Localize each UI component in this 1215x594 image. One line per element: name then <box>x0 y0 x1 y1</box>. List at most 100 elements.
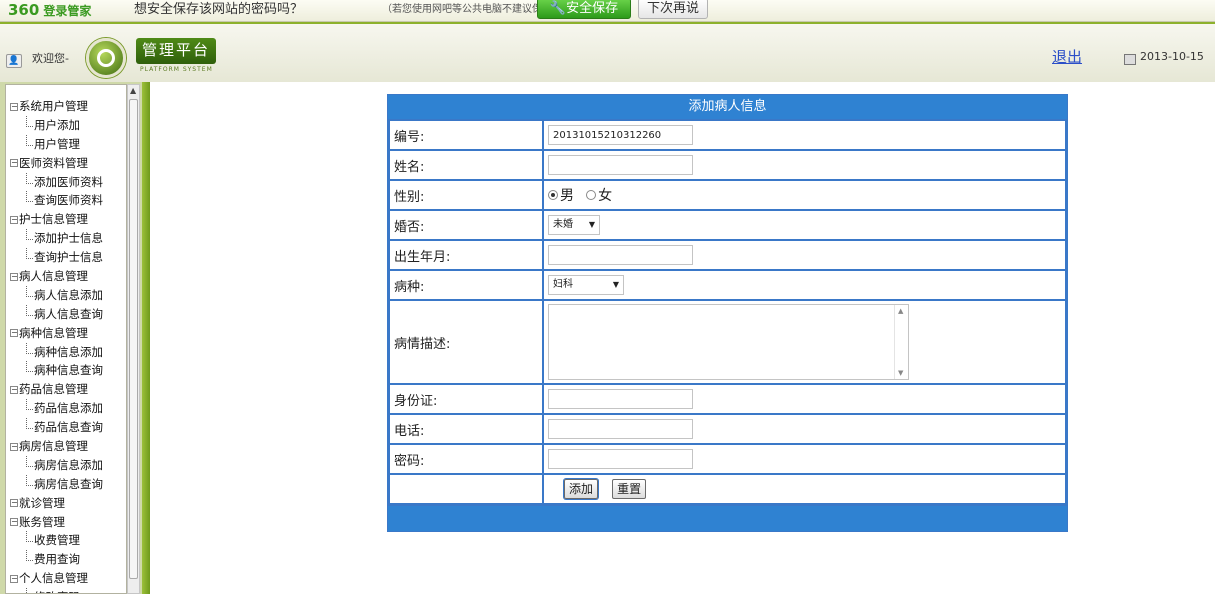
tree-toggle-icon[interactable]: − <box>10 499 18 508</box>
description-label: 病情描述: <box>388 299 544 385</box>
scroll-up-icon[interactable]: ▲ <box>898 307 903 315</box>
description-scrollbar[interactable]: ▲ ▼ <box>894 305 908 379</box>
id-label: 编号: <box>388 119 544 151</box>
sidebar-scrollbar[interactable]: ▲ <box>127 84 140 594</box>
sidebar-item-label: 账务管理 <box>19 514 65 529</box>
current-date: 2013-10-15 <box>1140 50 1204 63</box>
sidebar-item-label: 护士信息管理 <box>19 212 88 227</box>
sidebar-item[interactable]: 病种信息查询 <box>6 361 126 380</box>
sidebar-item[interactable]: 收费管理 <box>6 531 126 550</box>
gender-female-radio[interactable] <box>586 190 597 200</box>
id-field[interactable] <box>548 125 693 145</box>
sidebar-item-label: 费用查询 <box>34 552 80 567</box>
gender-male-radio[interactable] <box>548 190 558 200</box>
sidebar-item-label: 药品信息查询 <box>34 420 103 435</box>
sidebar-item-label: 查询医师资料 <box>34 193 103 208</box>
sidebar-group[interactable]: −医师资料管理 <box>6 154 126 173</box>
tree-toggle-icon[interactable]: − <box>10 574 18 583</box>
actions-spacer <box>388 473 544 505</box>
app-header: 👤 欢迎您- 管理平台 PLATFORM SYSTEM 退出 2013-10-1… <box>0 22 1215 82</box>
sidebar-item[interactable]: 病种信息添加 <box>6 342 126 362</box>
tree-toggle-icon[interactable]: − <box>10 215 18 224</box>
platform-title: 管理平台 <box>136 38 216 64</box>
tree-toggle-icon[interactable]: − <box>10 385 18 394</box>
sidebar-item-label: 药品信息管理 <box>19 382 88 397</box>
sidebar: −系统用户管理 用户添加 用户管理 −医师资料管理 添加医师资料 查询医师资料 −护士信息管… <box>0 82 150 594</box>
scrollbar-thumb[interactable] <box>129 99 138 579</box>
sidebar-item-label: 病房信息查询 <box>34 476 103 491</box>
sidebar-group[interactable]: −个人信息管理 <box>6 569 126 588</box>
later-button[interactable]: 下次再说 <box>638 0 708 19</box>
sidebar-item-label: 查询护士信息 <box>34 250 103 265</box>
sidebar-item[interactable]: 添加医师资料 <box>6 172 126 192</box>
form-row-actions: 添加 重置 <box>388 473 1067 505</box>
sidebar-item[interactable]: 病房信息添加 <box>6 455 126 475</box>
sidebar-item[interactable]: 查询护士信息 <box>6 248 126 267</box>
sidebar-item[interactable]: 添加护士信息 <box>6 229 126 248</box>
sidebar-item[interactable]: 用户添加 <box>6 115 126 135</box>
disease-label: 病种: <box>388 269 544 301</box>
sidebar-item-label: 系统用户管理 <box>19 99 88 113</box>
description-field[interactable]: ▲ ▼ <box>548 304 909 380</box>
sidebar-group[interactable]: −系统用户管理 <box>6 97 126 116</box>
name-field[interactable] <box>548 155 693 175</box>
sidebar-group[interactable]: −护士信息管理 <box>6 210 126 229</box>
sidebar-item[interactable]: 查询医师资料 <box>6 191 126 210</box>
sidebar-item[interactable]: 药品信息查询 <box>6 418 126 437</box>
brand-name: 360 <box>8 1 40 19</box>
scroll-up-icon[interactable]: ▲ <box>130 86 136 95</box>
sidebar-item-label: 病人信息管理 <box>19 269 88 284</box>
sidebar-item-label: 病人信息添加 <box>34 287 103 302</box>
sidebar-group[interactable]: −账务管理 <box>6 513 126 532</box>
birth-field[interactable] <box>548 245 693 265</box>
tree-toggle-icon[interactable]: − <box>10 442 18 451</box>
sidebar-item[interactable]: 费用查询 <box>6 550 126 569</box>
password-field[interactable] <box>548 449 693 469</box>
marital-select-value: 未婚 <box>553 219 573 230</box>
tree-toggle-icon[interactable]: − <box>10 159 18 168</box>
main-content: 添加病人信息 编号: 姓名: 性别: 男 女 婚否: 未婚 ▼ <box>150 82 1215 594</box>
form-row-phone: 电话: <box>388 413 1067 445</box>
password-save-notice-bar: 360 登录管家 想安全保存该网站的密码吗？ （若您使用网吧等公共电脑不建议保存）… <box>0 0 1215 22</box>
form-row-password: 密码: <box>388 443 1067 475</box>
form-row-idcard: 身份证: <box>388 383 1067 415</box>
sidebar-item-label: 修改密码 <box>34 590 80 593</box>
sidebar-item[interactable]: 病房信息查询 <box>6 474 126 494</box>
brand-logo: 360 登录管家 <box>8 0 91 20</box>
sidebar-group[interactable]: −病人信息管理 <box>6 267 126 286</box>
marital-label: 婚否: <box>388 209 544 241</box>
reset-button[interactable]: 重置 <box>612 479 647 499</box>
sidebar-group[interactable]: −病房信息管理 <box>6 437 126 456</box>
safe-save-button[interactable]: 🔧安全保存 <box>537 0 631 19</box>
tree-toggle-icon[interactable]: − <box>10 329 18 338</box>
form-title: 添加病人信息 <box>388 95 1067 119</box>
idcard-field[interactable] <box>548 389 693 409</box>
sidebar-item[interactable]: 修改密码 <box>6 588 126 593</box>
tree-toggle-icon[interactable]: − <box>10 102 18 111</box>
sidebar-group[interactable]: −药品信息管理 <box>6 380 126 399</box>
sidebar-item[interactable]: 病人信息添加 <box>6 285 126 305</box>
calendar-icon <box>1124 54 1136 65</box>
sidebar-item[interactable]: 药品信息添加 <box>6 399 126 418</box>
sidebar-group[interactable]: −就诊管理 <box>6 494 126 513</box>
tree-toggle-icon[interactable]: − <box>10 272 18 281</box>
logout-link[interactable]: 退出 <box>1052 46 1082 67</box>
disease-select[interactable]: 妇科 ▼ <box>548 275 624 295</box>
sidebar-item[interactable]: 病人信息查询 <box>6 304 126 324</box>
sidebar-rail <box>142 82 150 594</box>
form-row-disease: 病种: 妇科 ▼ <box>388 269 1067 301</box>
scroll-down-icon[interactable]: ▼ <box>898 369 903 377</box>
add-button[interactable]: 添加 <box>564 479 599 499</box>
sidebar-group[interactable]: −病种信息管理 <box>6 324 126 343</box>
form-row-description: 病情描述: ▲ ▼ <box>388 299 1067 385</box>
marital-select[interactable]: 未婚 ▼ <box>548 215 600 235</box>
phone-field[interactable] <box>548 419 693 439</box>
nav-tree: −系统用户管理 用户添加 用户管理 −医师资料管理 添加医师资料 查询医师资料 −护士信息管… <box>6 85 126 593</box>
notice-question: 想安全保存该网站的密码吗？ <box>134 2 304 17</box>
sidebar-item-label: 医师资料管理 <box>19 155 88 170</box>
sidebar-item-label: 病种信息查询 <box>34 363 103 378</box>
disease-select-value: 妇科 <box>553 279 573 290</box>
tree-toggle-icon[interactable]: − <box>10 518 18 527</box>
sidebar-item-label: 药品信息添加 <box>34 401 103 416</box>
sidebar-item[interactable]: 用户管理 <box>6 134 126 154</box>
